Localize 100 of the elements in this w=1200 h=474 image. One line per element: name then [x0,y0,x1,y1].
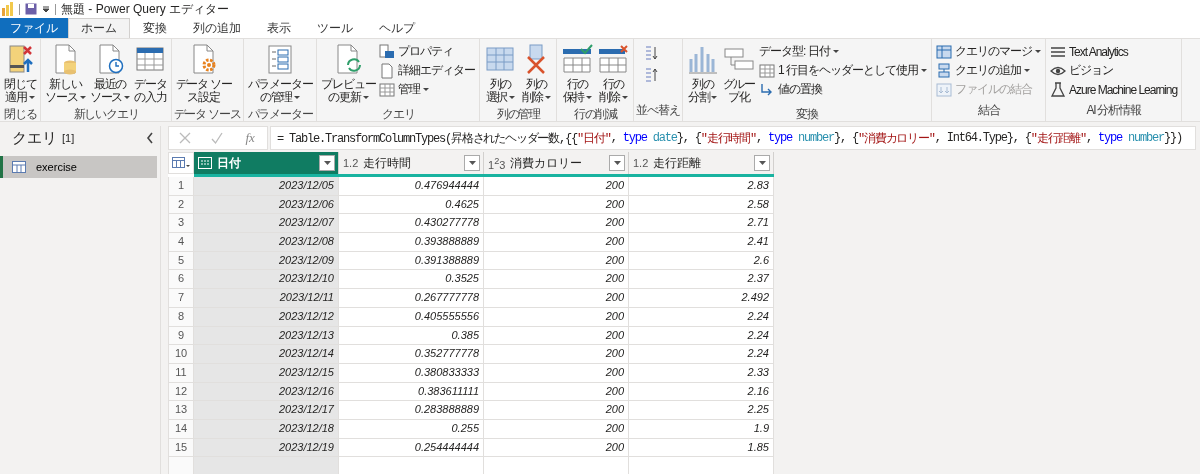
ribbon-button[interactable]: 行の 保持 [559,41,596,106]
table-cell: 2023/12/10 [194,270,339,290]
caret-icon [79,96,86,99]
table-cell: 200 [484,233,629,252]
function-button[interactable]: fx [242,130,258,146]
ribbon-button[interactable]: Text Analytics [1048,43,1180,60]
group-label: AI 分析情報 [1085,102,1142,119]
ribbon-button[interactable]: 1 行目をヘッダーとして使用 [757,62,929,79]
caret-icon [832,50,839,53]
table-icon [12,161,26,173]
ribbon-tab[interactable]: ヘルプ [366,18,428,38]
type-label: 1.2 [343,157,359,169]
ribbon-tab[interactable]: ツール [304,18,366,38]
table-icon [759,62,775,79]
caret-icon [29,96,35,99]
group-label: パラメーター [246,106,314,123]
ribbon-button[interactable]: データ の入力 [132,41,169,106]
row-number: 10 [168,345,194,364]
row-number: 3 [168,214,194,234]
table-cell: 2023/12/11 [194,289,339,308]
formula-field[interactable]: = Table.TransformColumnTypes(昇格されたヘッダー数,{{"日付", type date}, {"走行時間", type number}, {"消費カロリー", Int64.Type}, {"走行距離", type number}}) [270,126,1196,150]
ribbon-button[interactable]: 値の置換 [757,81,929,98]
sort-descending-icon [644,67,659,83]
table-cell: 2023/12/05 [194,177,339,196]
table-cell: 0.430277778 [339,214,484,234]
table-cell: 0.393888889 [339,233,484,252]
table-cell: 2.492 [629,289,774,308]
ribbon-button[interactable]: クエリのマージ [934,43,1043,60]
caret-icon [509,96,516,99]
table-cell: 2.24 [629,345,774,364]
ribbon-button[interactable]: 閉じて 適用 [2,41,39,106]
ribbon-button[interactable]: 列の 削除 [518,41,555,106]
ribbon-button[interactable]: 管理 [377,81,478,98]
group-label: データ ソース [173,106,241,123]
ribbon-button[interactable]: パラメーター の管理 [245,41,315,106]
group-label: 変換 [795,106,819,123]
ribbon-button[interactable]: 列の 選択 [482,41,519,106]
collapse-chevron-icon [146,132,154,144]
row-number: 4 [168,233,194,252]
window-title: 無題 - Power Query エディター [61,0,230,18]
group-label: 列の管理 [495,106,542,123]
table-cell: 200 [484,401,629,420]
query-item[interactable]: exercise [0,156,157,178]
row-number: 6 [168,270,194,290]
ribbon-button[interactable]: データ型: 日付 [757,43,929,60]
ribbon-button[interactable]: 最近の ソース [87,41,133,106]
table-cell: 2023/12/08 [194,233,339,252]
ribbon-tab[interactable]: ファイル [0,18,68,38]
filter-button[interactable] [319,155,335,171]
ribbon-button[interactable]: Azure Machine Learning [1048,81,1180,98]
document-list-icon [379,43,396,60]
table-caret-icon [172,157,190,169]
table-cell: 2.25 [629,401,774,420]
ribbon-button[interactable]: 詳細エディター [377,62,478,79]
rows-check-icon [561,43,594,75]
filter-button[interactable] [464,155,480,171]
ribbon-button[interactable]: 行の 削除 [595,41,632,106]
ribbon-button[interactable]: ビジョン [1048,62,1180,79]
ribbon-tab[interactable]: 表示 [254,18,304,38]
table-cell: 2.71 [629,214,774,234]
ribbon-button[interactable]: 列の 分割 [684,41,721,106]
query-count: [1] [62,132,76,144]
rows-cross-icon [597,43,630,75]
caret-icon [1024,69,1030,72]
ribbon-button[interactable]: クエリの追加 [934,62,1043,79]
ribbon-button[interactable]: プレビュー の更新 [319,41,378,106]
column-header[interactable]: 日付 [194,152,339,174]
ribbon-tab[interactable]: ホーム [68,18,130,38]
ribbon-button[interactable]: グルー プ化 [720,41,757,106]
calendar-icon [198,157,212,169]
caret-icon [622,96,629,99]
caret-icon [323,161,331,165]
save-icon [25,3,37,15]
row-number: 7 [168,289,194,308]
pane-title: クエリ [12,128,57,148]
type-label: 1.2 [633,157,649,169]
table-cell: 0.476944444 [339,177,484,196]
caret-icon [711,96,718,99]
app-logo-icon [2,2,14,16]
merge-table-icon [936,43,952,60]
caret-icon [362,96,369,99]
caret-icon [1035,50,1041,53]
caret-icon [545,96,552,99]
ribbon-button[interactable]: データ ソー ス設定 [173,41,234,106]
table-cell: 200 [484,214,629,234]
ribbon-button[interactable]: プロパティ [377,43,478,60]
sort-ascending-icon [644,45,659,61]
table-menu-button[interactable] [168,152,194,174]
table-cell: 0.267777778 [339,289,484,308]
table-cell: 2023/12/17 [194,401,339,420]
caret-icon [423,88,430,91]
filter-button[interactable] [609,155,625,171]
ribbon-tab[interactable]: 列の追加 [180,18,254,38]
table-cell: 0.352777778 [339,345,484,364]
ribbon-tab[interactable]: 変換 [130,18,180,38]
ribbon-button[interactable]: 新しい ソース [43,41,88,106]
table-cell: 2.83 [629,177,774,196]
table-cell: 200 [484,345,629,364]
group-label: 行の削減 [572,106,619,123]
filter-button[interactable] [754,155,770,171]
